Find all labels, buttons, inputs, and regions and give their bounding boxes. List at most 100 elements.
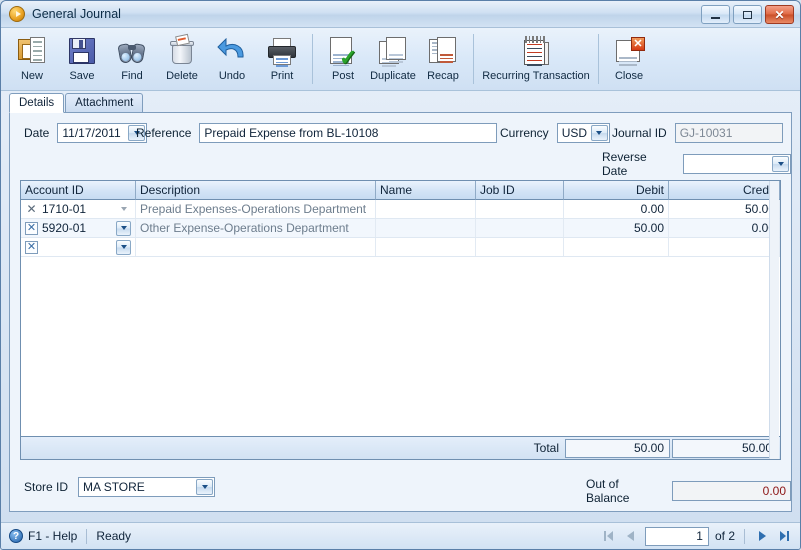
delete-row-icon[interactable]: ✕ <box>25 203 38 216</box>
nav-separator <box>744 528 745 544</box>
details-panel: Date 11/17/2011 Reference Prepaid Expens… <box>9 113 792 512</box>
toolbar-label-find: Find <box>121 70 143 82</box>
reverse-date-dropdown-button[interactable] <box>772 156 789 172</box>
chevron-down-icon[interactable] <box>116 220 131 236</box>
minimize-icon <box>711 16 720 19</box>
column-header-name[interactable]: Name <box>376 181 476 200</box>
out-of-balance-value: 0.00 <box>672 481 791 501</box>
undo-arrow-icon <box>216 35 248 67</box>
toolbar-button-recap[interactable]: Recap <box>418 31 468 88</box>
table-row[interactable]: ✕ 1710-01 Prepaid Expenses-Operations De… <box>21 200 780 219</box>
toolbar-button-duplicate[interactable]: Duplicate <box>368 31 418 88</box>
cell-name[interactable] <box>376 219 476 237</box>
maximize-button[interactable] <box>733 5 762 24</box>
table-row[interactable]: ✕ <box>21 238 780 257</box>
column-header-account-id[interactable]: Account ID <box>21 181 136 200</box>
toolbar-button-close[interactable]: ✕ Close <box>604 31 654 88</box>
out-of-balance-group: Out of Balance 0.00 <box>586 477 791 505</box>
total-debit-value: 50.00 <box>565 438 670 458</box>
out-of-balance-label: Out of Balance <box>586 477 630 505</box>
cell-description: Prepaid Expenses-Operations Department <box>136 200 376 218</box>
chevron-down-icon[interactable] <box>116 202 131 217</box>
page-number-input[interactable]: 1 <box>644 526 709 546</box>
cell-name[interactable] <box>376 238 476 256</box>
total-label: Total <box>533 441 559 455</box>
cell-debit[interactable] <box>564 238 669 256</box>
cell-debit[interactable]: 0.00 <box>564 200 669 218</box>
document-check-icon: ✓ <box>327 35 359 69</box>
toolbar: New Save Find Delete Undo Print ✓ Post D… <box>1 28 800 91</box>
floppy-disk-icon <box>66 35 98 67</box>
reference-field-group: Reference Prepaid Expense from BL-10108 <box>136 123 498 143</box>
page-count-label: of 2 <box>714 529 735 543</box>
reverse-date-input[interactable] <box>683 154 791 174</box>
last-record-button[interactable] <box>776 528 792 544</box>
cell-job-id[interactable] <box>476 238 564 256</box>
toolbar-label-print: Print <box>270 70 294 82</box>
toolbar-button-recurring-transaction[interactable]: Recurring Transaction <box>479 31 593 88</box>
cell-job-id[interactable] <box>476 200 564 218</box>
cell-credit[interactable]: 50.00 <box>669 200 780 218</box>
toolbar-button-find[interactable]: Find <box>107 31 157 88</box>
grid-vertical-scrollbar[interactable] <box>769 181 779 459</box>
toolbar-label-delete: Delete <box>166 70 198 82</box>
chevron-down-icon[interactable] <box>116 239 131 255</box>
tab-details[interactable]: Details <box>9 93 65 113</box>
toolbar-button-undo[interactable]: Undo <box>207 31 257 88</box>
account-id-value: 5920-01 <box>42 221 87 235</box>
window-title: General Journal <box>32 7 121 21</box>
date-input[interactable]: 11/17/2011 <box>57 123 148 143</box>
toolbar-label-duplicate: Duplicate <box>370 70 416 82</box>
document-close-icon: ✕ <box>613 35 645 67</box>
help-circle-icon[interactable]: ? <box>9 529 23 543</box>
delete-row-button[interactable]: ✕ <box>25 221 38 235</box>
cell-name[interactable] <box>376 200 476 218</box>
table-row[interactable]: ✕ 5920-01 Other Expense-Operations Depar… <box>21 219 780 238</box>
column-header-job-id[interactable]: Job ID <box>476 181 564 200</box>
cell-account-id[interactable]: ✕ <box>21 238 136 256</box>
toolbar-button-new[interactable]: New <box>7 31 57 88</box>
cell-account-id[interactable]: ✕ 5920-01 <box>21 219 136 237</box>
delete-row-button[interactable]: ✕ <box>25 240 38 254</box>
toolbar-button-post[interactable]: ✓ Post <box>318 31 368 88</box>
cell-description: Other Expense-Operations Department <box>136 219 376 237</box>
reference-input[interactable]: Prepaid Expense from BL-10108 <box>199 123 498 143</box>
toolbar-label-post: Post <box>331 70 354 82</box>
close-window-button[interactable]: ✕ <box>765 5 794 24</box>
grid-body: ✕ 1710-01 Prepaid Expenses-Operations De… <box>21 200 780 436</box>
cell-job-id[interactable] <box>476 219 564 237</box>
currency-field-group: Currency USD <box>500 123 610 143</box>
title-bar: General Journal ✕ <box>1 1 800 28</box>
toolbar-label-close: Close <box>614 70 644 82</box>
column-header-description[interactable]: Description <box>136 181 376 200</box>
cell-credit[interactable]: 0.00 <box>669 219 780 237</box>
currency-select[interactable]: USD <box>556 123 610 143</box>
next-record-button[interactable] <box>754 528 770 544</box>
store-id-label: Store ID <box>24 480 69 494</box>
new-document-icon <box>16 35 48 67</box>
cell-description <box>136 238 376 256</box>
status-separator <box>86 528 88 544</box>
tab-attachment[interactable]: Attachment <box>65 93 144 112</box>
store-id-select[interactable]: MA STORE <box>78 477 216 497</box>
printer-icon <box>266 35 298 67</box>
previous-record-button[interactable] <box>623 528 639 544</box>
minimize-button[interactable] <box>701 5 730 24</box>
close-icon: ✕ <box>774 7 785 22</box>
toolbar-button-delete[interactable]: Delete <box>157 31 207 88</box>
cell-credit[interactable] <box>669 238 780 256</box>
tab-details-label: Details <box>19 97 55 109</box>
column-header-debit[interactable]: Debit <box>564 181 669 200</box>
status-text: Ready <box>96 529 132 543</box>
cell-debit[interactable]: 50.00 <box>564 219 669 237</box>
toolbar-label-save: Save <box>69 70 95 82</box>
toolbar-button-save[interactable]: Save <box>57 31 107 88</box>
column-header-credit[interactable]: Credit <box>669 181 780 200</box>
first-record-button[interactable] <box>601 528 617 544</box>
toolbar-button-print[interactable]: Print <box>257 31 307 88</box>
help-label[interactable]: F1 - Help <box>28 529 77 543</box>
store-id-dropdown-button[interactable] <box>196 479 214 495</box>
journal-id-input: GJ-10031 <box>674 123 783 143</box>
cell-account-id[interactable]: ✕ 1710-01 <box>21 200 136 218</box>
currency-dropdown-button[interactable] <box>590 125 608 141</box>
